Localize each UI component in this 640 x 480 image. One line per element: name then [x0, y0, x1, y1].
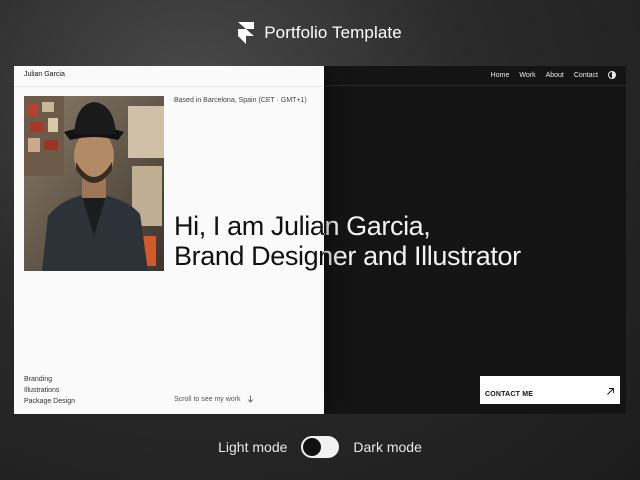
- site-name[interactable]: Julian Garcia: [24, 71, 65, 78]
- dark-mode-label: Dark mode: [353, 439, 422, 455]
- arrow-up-right-icon: [607, 388, 614, 395]
- nav-contact[interactable]: Contact: [574, 72, 598, 79]
- template-preview: Home Work About Contact Hi, I am Julian …: [14, 66, 626, 414]
- page-title: Portfolio Template: [264, 23, 402, 42]
- scroll-hint[interactable]: Scroll to see my work: [174, 395, 254, 403]
- location-text: Based in Barcelona, Spain (CET · GMT+1): [174, 97, 307, 104]
- nav-about[interactable]: About: [546, 72, 564, 79]
- headline-line-1-light: Hi, I am Julian Garcia,: [174, 211, 324, 241]
- mode-toggle-switch[interactable]: [301, 436, 340, 458]
- arrow-down-icon: [247, 395, 253, 403]
- contact-label: CONTACT ME: [485, 391, 534, 398]
- nav-divider: [14, 86, 324, 87]
- scroll-text: Scroll to see my work: [174, 395, 241, 403]
- mode-toggle-row: Light mode Dark mode: [0, 436, 640, 458]
- service-item: Illustrations: [24, 387, 60, 394]
- hero-headline-light: Hi, I am Julian Garcia, Brand Designer a…: [174, 211, 324, 271]
- light-mode-label: Light mode: [218, 439, 288, 455]
- nav-links: Home Work About Contact: [491, 71, 616, 79]
- framer-logo-icon: [238, 22, 255, 44]
- light-mode-panel: Julian Garcia Based in Barcelona, Spain …: [14, 66, 324, 414]
- contact-me-button[interactable]: CONTACT ME: [480, 376, 620, 404]
- services-list: Branding Illustrations Package Design: [24, 374, 75, 407]
- nav-home[interactable]: Home: [491, 72, 510, 79]
- profile-photo: [24, 96, 164, 271]
- brand-header: Portfolio Template: [0, 22, 640, 44]
- nav-work[interactable]: Work: [519, 72, 535, 79]
- headline-line-2-light: Brand Designer and Illustrator: [174, 241, 324, 271]
- toggle-knob: [303, 438, 322, 456]
- service-item: Branding: [24, 376, 53, 383]
- service-item: Package Design: [24, 398, 75, 405]
- half-circle-icon[interactable]: [608, 71, 616, 79]
